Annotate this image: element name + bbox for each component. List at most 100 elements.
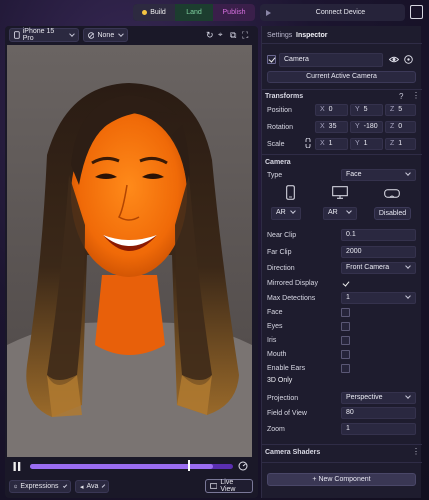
phone-icon bbox=[14, 31, 20, 39]
near-clip-field[interactable]: 0.1 bbox=[341, 229, 416, 241]
scale-y-field[interactable]: Y1 bbox=[350, 138, 383, 150]
scale-label: Scale bbox=[267, 141, 285, 148]
chevron-down-icon bbox=[62, 483, 68, 488]
rotation-x-field[interactable]: X 35 bbox=[315, 121, 348, 133]
connect-device-label: Connect Device bbox=[315, 9, 366, 16]
help-icon[interactable]: ? bbox=[399, 92, 404, 101]
phone-mode-select[interactable]: AR bbox=[271, 207, 301, 220]
link-scale-icon[interactable] bbox=[305, 138, 311, 148]
shaders-menu-icon[interactable]: ⋮ bbox=[412, 447, 420, 456]
tab-inspector[interactable]: Inspector bbox=[296, 32, 328, 39]
fullscreen-icon[interactable]: ⛶ bbox=[242, 30, 248, 40]
field-of-view-field[interactable]: 80 bbox=[341, 407, 416, 419]
axis-z-label: Z bbox=[390, 123, 395, 130]
recenter-icon[interactable]: ⌖ bbox=[218, 30, 223, 40]
chevron-down-icon bbox=[405, 293, 411, 299]
viewport-bottombar: Expressions ◂ Ava Live View bbox=[5, 478, 258, 495]
expressions-select[interactable]: Expressions bbox=[9, 480, 71, 493]
timeline-bar bbox=[5, 459, 258, 474]
timeline-playhead[interactable] bbox=[188, 460, 190, 471]
eyes-checkbox[interactable] bbox=[341, 322, 350, 331]
expressions-label: Expressions bbox=[20, 483, 59, 490]
tab-settings[interactable]: Settings bbox=[267, 32, 292, 39]
smile-icon bbox=[14, 484, 18, 489]
enable-ears-checkbox[interactable] bbox=[341, 364, 350, 373]
position-x-field[interactable]: X0 bbox=[315, 104, 348, 116]
timeline-track[interactable] bbox=[30, 464, 233, 469]
axis-x-label: X bbox=[320, 123, 325, 130]
phone-icon bbox=[286, 185, 295, 200]
build-tab[interactable]: Build bbox=[133, 4, 175, 21]
chevron-down-icon bbox=[290, 208, 296, 214]
face-checkbox[interactable] bbox=[341, 308, 350, 317]
visibility-eye-icon[interactable] bbox=[389, 56, 399, 63]
desktop-mode-select[interactable]: AR bbox=[323, 207, 357, 220]
mode-switcher: Build Land Publish bbox=[133, 4, 255, 21]
axis-y-label: Y bbox=[355, 123, 360, 130]
section-menu-icon[interactable]: ⋮ bbox=[412, 91, 420, 100]
window-toggle-icon[interactable] bbox=[410, 5, 423, 19]
mouth-label: Mouth bbox=[267, 351, 287, 358]
headset-mode-button[interactable]: Disabled bbox=[374, 207, 411, 220]
camera-section-title: Camera bbox=[265, 159, 291, 166]
current-active-camera-button[interactable]: Current Active Camera bbox=[267, 71, 416, 83]
rotation-z-value: 0 bbox=[398, 123, 403, 130]
land-tab[interactable]: Land bbox=[175, 4, 213, 21]
camera-preview[interactable] bbox=[7, 45, 252, 457]
live-view-button[interactable]: Live View bbox=[205, 479, 253, 493]
build-status-dot bbox=[142, 10, 148, 15]
position-y-field[interactable]: Y5 bbox=[350, 104, 383, 116]
scale-x-field[interactable]: X1 bbox=[315, 138, 348, 150]
field-of-view-label: Field of View bbox=[267, 410, 307, 417]
scale-z-value: 1 bbox=[398, 140, 403, 147]
build-tab-label: Build bbox=[150, 9, 166, 16]
zoom-label: Zoom bbox=[267, 426, 285, 433]
position-x-value: 0 bbox=[328, 106, 333, 113]
filter-select[interactable]: None bbox=[83, 28, 128, 42]
max-detections-select[interactable]: 1 bbox=[341, 292, 416, 304]
chevron-down-icon bbox=[118, 31, 124, 37]
rotation-y-field[interactable]: Y -180 bbox=[350, 121, 383, 133]
refresh-icon[interactable]: ↻ bbox=[206, 30, 214, 40]
connect-device-button[interactable]: Connect Device bbox=[260, 4, 405, 21]
axis-x-label: X bbox=[320, 140, 325, 147]
eyes-label: Eyes bbox=[267, 323, 283, 330]
speed-gauge-icon[interactable] bbox=[238, 461, 248, 471]
publish-tab[interactable]: Publish bbox=[213, 4, 255, 21]
filter-select-label: None bbox=[97, 31, 115, 39]
live-view-label: Live View bbox=[220, 479, 236, 493]
max-detections-label: Max Detections bbox=[267, 295, 316, 302]
chevron-down-icon bbox=[346, 208, 352, 214]
far-clip-field[interactable]: 2000 bbox=[341, 246, 416, 258]
chevron-down-icon bbox=[102, 483, 106, 488]
axis-y-label: Y bbox=[355, 106, 360, 113]
device-select[interactable]: iPhone 15 Pro bbox=[9, 28, 79, 42]
iris-checkbox[interactable] bbox=[341, 336, 350, 345]
near-clip-label: Near Clip bbox=[267, 232, 297, 239]
mouth-checkbox[interactable] bbox=[341, 350, 350, 359]
more-options-icon[interactable] bbox=[404, 55, 413, 64]
new-component-button[interactable]: + New Component bbox=[267, 473, 416, 486]
camera-type-select[interactable]: Face bbox=[341, 169, 416, 181]
transforms-section-title: Transforms bbox=[265, 93, 304, 100]
camera-enabled-checkbox[interactable] bbox=[267, 55, 276, 64]
position-z-field[interactable]: Z5 bbox=[385, 104, 416, 116]
avatar-select[interactable]: ◂ Ava bbox=[75, 480, 109, 493]
projection-select[interactable]: Perspective bbox=[341, 392, 416, 404]
none-circle-icon bbox=[88, 31, 95, 39]
rotation-x-value: 35 bbox=[328, 123, 337, 130]
device-select-label: iPhone 15 Pro bbox=[22, 28, 55, 42]
scale-z-field[interactable]: Z1 bbox=[385, 138, 416, 150]
type-label: Type bbox=[267, 172, 283, 179]
mirrored-display-checkbox[interactable] bbox=[341, 279, 350, 288]
rotation-z-field[interactable]: Z0 bbox=[385, 121, 416, 133]
pause-icon[interactable] bbox=[13, 462, 21, 471]
timeline-progress bbox=[30, 464, 213, 469]
object-name-field[interactable]: Camera bbox=[279, 53, 383, 67]
open-external-icon[interactable]: ⧉ bbox=[230, 30, 236, 40]
chevron-left-icon: ◂ bbox=[80, 483, 84, 491]
direction-select[interactable]: Front Camera bbox=[341, 262, 416, 274]
zoom-field[interactable]: 1 bbox=[341, 423, 416, 435]
axis-z-label: Z bbox=[390, 140, 395, 147]
mirrored-display-label: Mirrored Display bbox=[267, 280, 318, 287]
